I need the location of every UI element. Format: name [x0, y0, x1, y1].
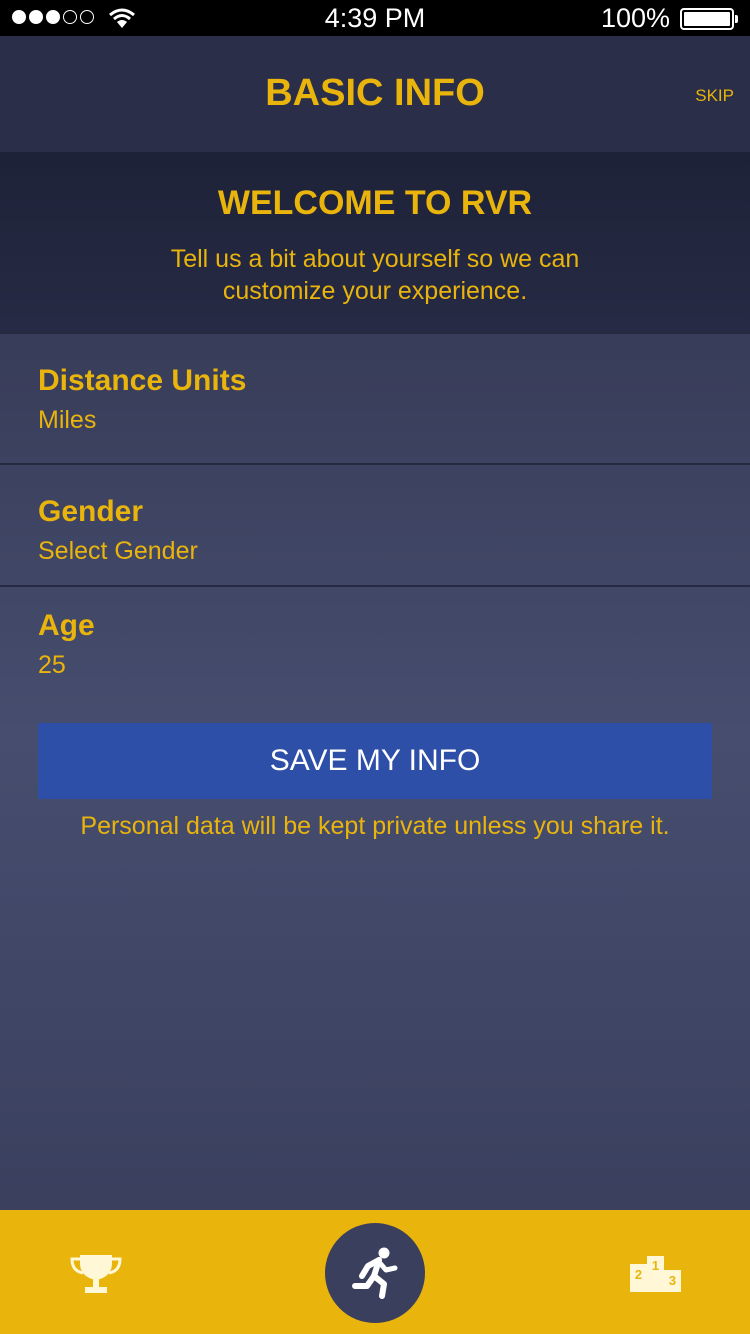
- nav-header: BASIC INFO SKIP: [0, 36, 750, 152]
- trophy-icon[interactable]: [70, 1253, 122, 1295]
- save-my-info-button[interactable]: SAVE MY INFO: [38, 723, 712, 799]
- field-label: Gender: [38, 495, 144, 528]
- distance-units-field[interactable]: Distance Units Miles: [0, 332, 750, 452]
- privacy-note: Personal data will be kept private unles…: [80, 812, 670, 840]
- field-label: Age: [38, 609, 95, 642]
- field-value: 25: [38, 651, 66, 679]
- podium-number-2: 2: [635, 1267, 642, 1282]
- page-title: BASIC INFO: [265, 72, 485, 114]
- battery-percent: 100%: [600, 3, 670, 33]
- welcome-text: Tell us a bit about yourself so we can c…: [170, 245, 580, 305]
- battery-icon: [680, 8, 738, 30]
- podium-icon[interactable]: 2 1 3: [630, 1256, 682, 1292]
- gender-field[interactable]: Gender Select Gender: [0, 463, 750, 583]
- run-icon: [352, 1247, 398, 1299]
- age-field[interactable]: Age 25: [0, 585, 750, 705]
- welcome-title: WELCOME TO RVR: [217, 184, 533, 222]
- status-bar: 4:39 PM 100%: [0, 0, 750, 36]
- welcome-banner: WELCOME TO RVR Tell us a bit about yours…: [0, 152, 750, 332]
- field-value: Select Gender: [38, 537, 198, 565]
- skip-button[interactable]: SKIP: [695, 86, 734, 106]
- podium-number-1: 1: [652, 1258, 659, 1273]
- field-value: Miles: [38, 406, 97, 434]
- field-label: Distance Units: [38, 364, 247, 397]
- tab-run[interactable]: [325, 1223, 425, 1323]
- tab-bar: 2 1 3: [0, 1210, 750, 1334]
- podium-number-3: 3: [669, 1273, 676, 1288]
